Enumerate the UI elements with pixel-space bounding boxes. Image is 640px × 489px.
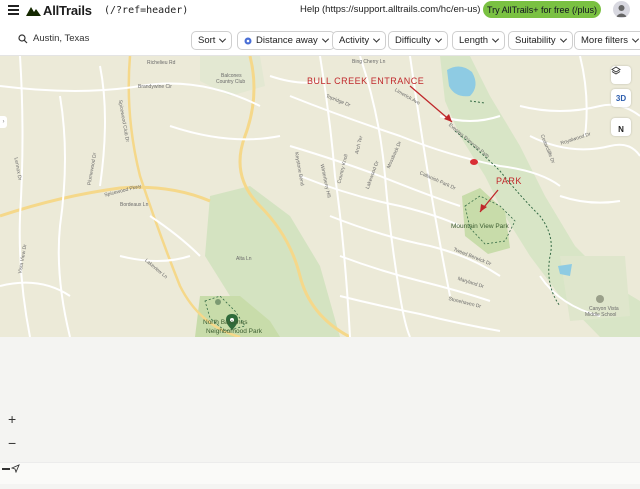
entrance-marker [470, 159, 478, 165]
app-header: AllTrails (/?ref=header) Help (https://s… [0, 0, 640, 22]
try-plus-button[interactable]: Try AllTrails+ for free (/plus) [483, 1, 601, 18]
chevron-down-icon [631, 35, 640, 43]
mountain-view-park-label: Mountain View Park [451, 223, 509, 230]
chevron-down-icon [559, 35, 567, 43]
canyon-vista-label-2: Middle School [585, 312, 617, 318]
street-label: Bordeaux Ln [120, 202, 149, 208]
difficulty-filter[interactable]: Difficulty [388, 31, 448, 50]
north-balcones-label-1: North Balcones [203, 319, 248, 326]
map-view[interactable]: BULL CREEK ENTRANCE PARK Mountain View P… [0, 56, 640, 337]
street-label: Alta Ln [236, 256, 252, 262]
filter-bar: Austin, Texas Sort Distance away Activit… [0, 22, 640, 56]
length-label: Length [459, 35, 489, 46]
park-annotation: PARK [496, 176, 522, 186]
street-label: Bing Cherry Ln [352, 59, 386, 65]
map-canvas [0, 56, 640, 337]
collapse-panel-tab[interactable]: › [0, 116, 7, 128]
sort-filter[interactable]: Sort [191, 31, 233, 50]
activity-label: Activity [339, 35, 370, 46]
chevron-down-icon [434, 35, 442, 43]
layers-icon [611, 66, 621, 75]
3d-toggle-button[interactable]: 3D [611, 89, 631, 107]
activity-filter[interactable]: Activity [332, 31, 387, 50]
search-icon [18, 33, 28, 43]
search-location-text: Austin, Texas [33, 33, 90, 44]
length-filter[interactable]: Length [452, 31, 506, 50]
location-search[interactable]: Austin, Texas [18, 33, 89, 44]
ruler-icon [2, 467, 10, 470]
distance-label: Distance away [256, 35, 318, 46]
street-label: Brandywine Cir [138, 84, 172, 90]
help-url[interactable]: (https://support.alltrails.com/hc/en-us) [322, 4, 480, 15]
locate-controls[interactable] [2, 464, 20, 473]
suitability-filter[interactable]: Suitability [508, 31, 573, 50]
north-balcones-label-2: Neighborhood Park [206, 328, 263, 335]
bottom-strip [0, 462, 640, 484]
location-dot-icon [244, 37, 252, 44]
more-filters[interactable]: More filters [574, 31, 640, 50]
layers-button[interactable] [611, 66, 631, 84]
avatar[interactable] [613, 1, 630, 18]
difficulty-label: Difficulty [395, 35, 431, 46]
chevron-down-icon [219, 35, 227, 43]
menu-icon[interactable] [8, 5, 19, 15]
zoom-in-button[interactable]: + [8, 411, 16, 427]
compass-button[interactable]: N [611, 118, 631, 136]
locate-arrow-icon[interactable] [11, 464, 20, 473]
chevron-down-icon [492, 35, 500, 43]
suitability-label: Suitability [515, 35, 556, 46]
header-ref-link[interactable]: (/?ref=header) [104, 5, 188, 16]
chevron-down-icon [321, 35, 329, 43]
alltrails-mountain-icon [26, 7, 41, 16]
alltrails-logo[interactable]: AllTrails [26, 3, 92, 18]
chevron-down-icon [373, 35, 381, 43]
zoom-out-button[interactable]: − [8, 435, 16, 451]
bull-creek-annotation: BULL CREEK ENTRANCE [307, 76, 425, 86]
help-link[interactable]: Help [300, 4, 320, 15]
compass-north-label: N [618, 125, 624, 134]
balcones-cc-label-2: Country Club [216, 79, 246, 85]
street-label: Richelieu Rd [147, 60, 176, 66]
sort-label: Sort [198, 35, 216, 46]
logo-text: AllTrails [43, 3, 92, 18]
distance-filter[interactable]: Distance away [237, 31, 335, 50]
more-filters-label: More filters [581, 35, 628, 46]
